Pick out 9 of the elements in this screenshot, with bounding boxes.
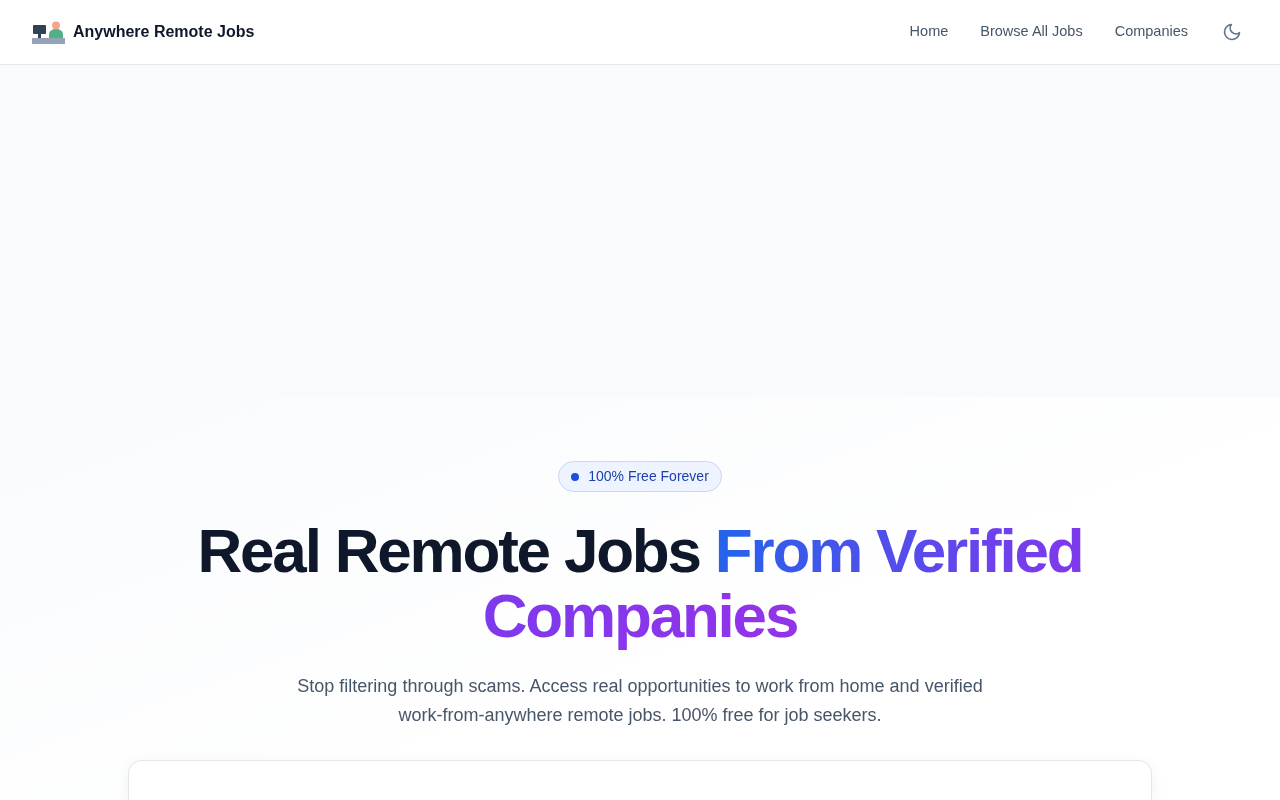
brand-link[interactable]: Anywhere Remote Jobs: [32, 20, 255, 44]
moon-icon: [1222, 22, 1242, 42]
remote-worker-logo-icon: [32, 20, 65, 44]
nav-link[interactable]: Browse All Jobs: [964, 15, 1099, 49]
nav-link[interactable]: Home: [893, 15, 965, 49]
nav-link[interactable]: Companies: [1098, 15, 1204, 49]
status-dot-icon: [571, 472, 580, 481]
badge-text: 100% Free Forever: [588, 467, 709, 486]
hero-subtitle: Stop filtering through scams. Access real opportunities to work from home and verified work-from-anywhere remote jobs. 100% free for job seekers.: [296, 675, 984, 727]
